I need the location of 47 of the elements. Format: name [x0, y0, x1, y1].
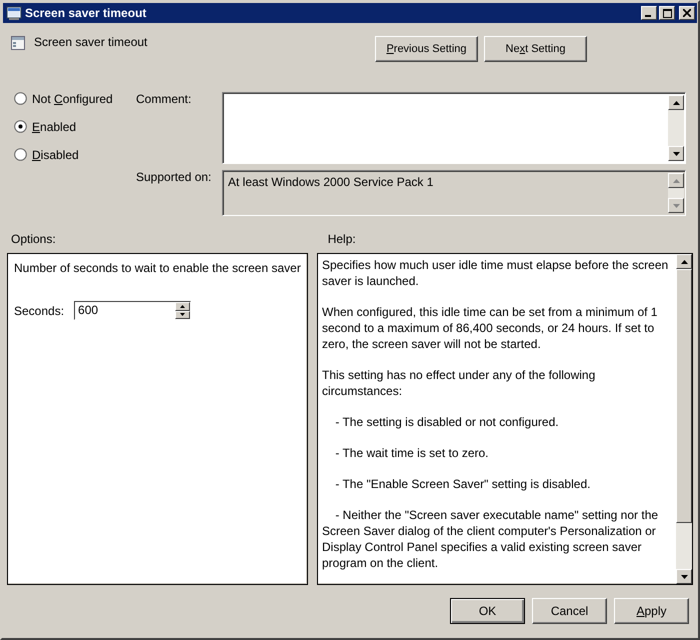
window-title: Screen saver timeout — [25, 6, 148, 20]
previous-setting-button[interactable]: Previous Setting — [375, 36, 478, 62]
dialog-button[interactable]: Apply — [614, 598, 689, 624]
scrollbar[interactable] — [668, 95, 684, 161]
supported-on-field: At least Windows 2000 Service Pack 1 — [222, 170, 686, 216]
down-arrow-icon — [680, 574, 688, 578]
help-paragraph: - The setting is disabled or not configured. — [334, 414, 560, 430]
policy-setting-icon — [10, 35, 26, 51]
comment-field[interactable] — [222, 92, 686, 164]
minimize-button[interactable] — [641, 6, 657, 20]
dialog-button[interactable]: OK — [450, 598, 525, 624]
seconds-spinner[interactable]: 600 — [74, 301, 192, 320]
radio-button[interactable] — [14, 92, 27, 105]
radio-button[interactable] — [14, 148, 27, 161]
help-paragraph: - The wait time is set to zero. — [334, 445, 490, 461]
dialog-button[interactable]: Cancel — [532, 598, 607, 624]
down-arrow-icon — [672, 152, 680, 156]
scrollbar[interactable] — [676, 254, 692, 584]
up-arrow-icon — [180, 304, 186, 308]
up-arrow-icon — [672, 178, 680, 182]
close-icon — [683, 9, 691, 17]
comment-label: Comment: — [136, 92, 192, 108]
help-paragraph: This setting has no effect under any of the following circumstances: — [322, 367, 596, 399]
up-arrow-icon — [680, 260, 688, 264]
radio-option[interactable]: Enabled — [14, 118, 136, 135]
options-label: Options: — [11, 232, 56, 246]
maximize-button[interactable] — [659, 6, 675, 20]
close-button[interactable] — [679, 6, 695, 20]
supported-on-label: Supported on: — [136, 170, 212, 186]
help-paragraph: - The "Enable Screen Saver" setting is disabled. — [334, 476, 592, 492]
radio-option[interactable]: Disabled — [14, 146, 136, 163]
window-app-icon — [6, 5, 22, 21]
up-arrow-icon — [672, 100, 680, 104]
maximize-icon — [662, 8, 672, 18]
next-setting-button[interactable]: Next Setting — [484, 36, 587, 62]
option-description: Number of seconds to wait to enable the screen saver — [14, 260, 301, 277]
help-paragraph: - Neither the "Screen saver executable name" setting nor the Screen Saver dialog of the client computer's Personalization or Display Control Panel specifies a valid existing screen saver program on the client. — [322, 507, 660, 571]
help-paragraph: Specifies how much user idle time must elapse before the screen saver is launched. — [322, 257, 670, 289]
help-label: Help: — [328, 232, 356, 246]
seconds-label: Seconds: — [14, 304, 64, 318]
down-arrow-icon — [180, 313, 186, 316]
help-paragraph: When configured, this idle time can be set from a minimum of 1 second to a maximum of 86,400 seconds, or 24 hours. If set to zero, the screen saver will not be started. — [322, 304, 658, 352]
radio-button[interactable] — [14, 120, 27, 133]
radio-option[interactable]: Not Configured — [14, 90, 136, 107]
down-arrow-icon — [672, 204, 680, 208]
setting-title: Screen saver timeout — [34, 35, 148, 49]
scrollbar[interactable] — [668, 173, 684, 213]
